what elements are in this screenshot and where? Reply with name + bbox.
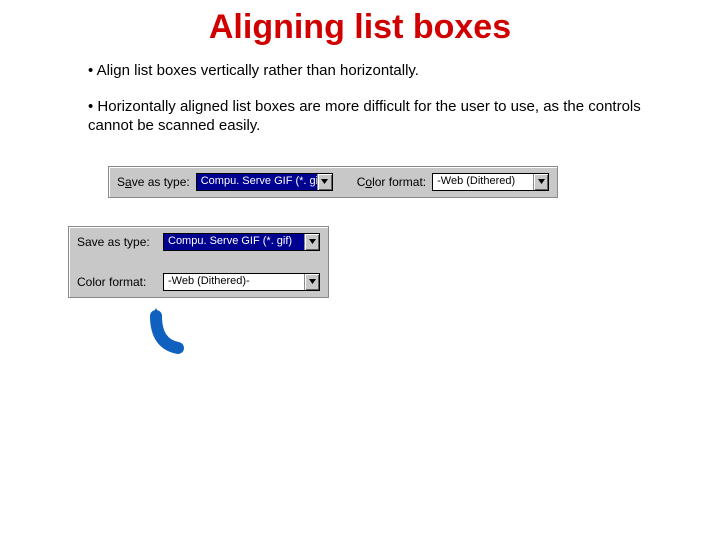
- save-as-type-value-v: Compu. Serve GIF (*. gif): [164, 234, 304, 250]
- save-as-type-value: Compu. Serve GIF (*. gif): [197, 174, 317, 190]
- example-vertical: Save as type: Compu. Serve GIF (*. gif) …: [68, 226, 329, 298]
- examples-area: Save as type: Compu. Serve GIF (*. gif) …: [88, 166, 648, 354]
- chevron-down-icon[interactable]: [533, 174, 548, 190]
- color-format-combo-v[interactable]: -Web (Dithered)-: [163, 273, 320, 291]
- color-format-label-v: Color format:: [77, 275, 157, 289]
- color-format-value-v: -Web (Dithered)-: [164, 274, 304, 290]
- save-as-type-label-v: Save as type:: [77, 235, 157, 249]
- example-horizontal: Save as type: Compu. Serve GIF (*. gif) …: [108, 166, 558, 198]
- save-as-type-combo[interactable]: Compu. Serve GIF (*. gif): [196, 173, 333, 191]
- bullet-2: Horizontally aligned list boxes are more…: [88, 97, 648, 136]
- save-as-type-combo-v[interactable]: Compu. Serve GIF (*. gif): [163, 233, 320, 251]
- color-format-label: Color format:: [357, 175, 426, 189]
- chevron-down-icon[interactable]: [304, 234, 319, 250]
- curved-up-arrow-icon: [138, 304, 648, 354]
- chevron-down-icon[interactable]: [317, 174, 332, 190]
- bullet-1: Align list boxes vertically rather than …: [88, 61, 648, 81]
- page-title: Aligning list boxes: [0, 0, 720, 47]
- save-as-type-label: Save as type:: [117, 175, 190, 189]
- chevron-down-icon[interactable]: [304, 274, 319, 290]
- color-format-combo[interactable]: -Web (Dithered): [432, 173, 549, 191]
- color-format-value: -Web (Dithered): [433, 174, 533, 190]
- content-area: Align list boxes vertically rather than …: [0, 47, 720, 354]
